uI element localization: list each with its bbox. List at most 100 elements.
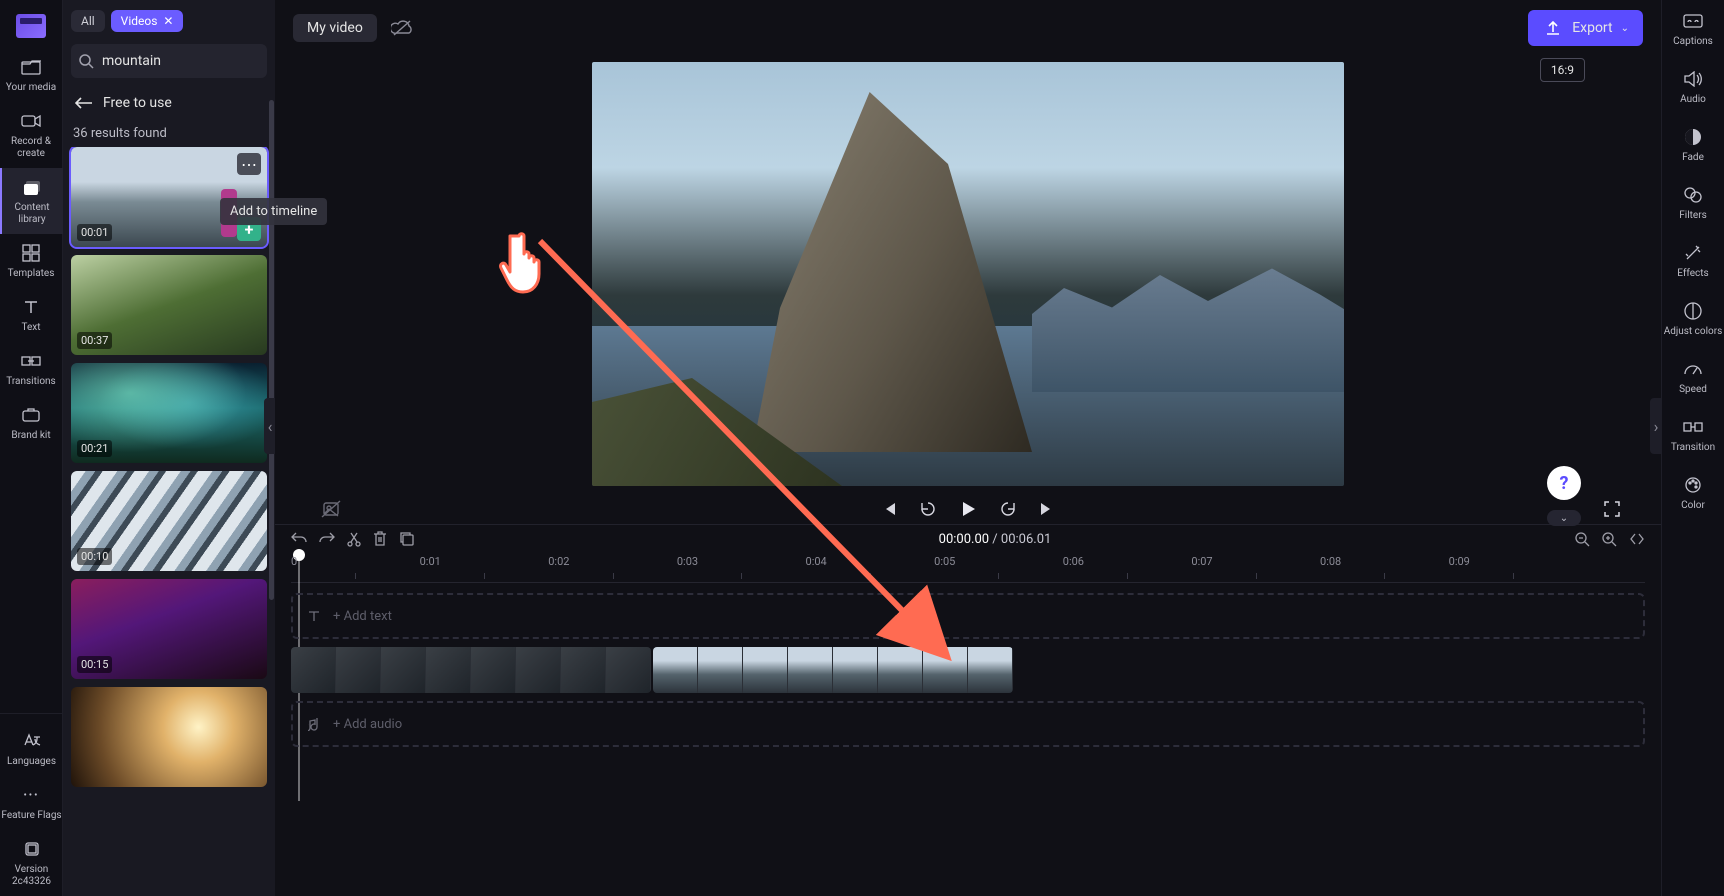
timeline-ruler[interactable]: 00:010:020:030:040:050:060:070:080:09 — [291, 555, 1645, 583]
prop-transition[interactable]: Transition — [1662, 406, 1724, 464]
prop-transition-label: Transition — [1671, 442, 1715, 454]
prop-speed[interactable]: Speed — [1662, 348, 1724, 406]
media-thumb-0[interactable]: ⋯ 00:01 + — [71, 147, 267, 247]
back-free-to-use[interactable]: Free to use — [63, 86, 275, 120]
audio-track-placeholder[interactable]: + Add audio — [291, 701, 1645, 747]
color-icon — [1682, 474, 1704, 496]
prop-captions-label: Captions — [1673, 36, 1713, 48]
speed-icon — [1682, 358, 1704, 380]
stage-wrap: My video Export ⌄ 16:9 — [275, 0, 1661, 896]
ruler-tick: 0:01 — [420, 555, 441, 568]
thumb-duration: 00:15 — [77, 656, 112, 673]
brand-kit-icon — [20, 404, 42, 426]
delete-button[interactable] — [373, 531, 387, 547]
nav-record-create[interactable]: Record & create — [0, 102, 63, 168]
results-count: 36 results found — [63, 120, 275, 147]
zoom-in-button[interactable] — [1602, 532, 1617, 547]
prop-adjust-colors[interactable]: Adjust colors — [1662, 290, 1724, 348]
help-button[interactable]: ? — [1547, 466, 1581, 500]
add-text-label: + Add text — [333, 609, 392, 624]
video-clip-1[interactable] — [291, 647, 651, 693]
prop-captions[interactable]: Captions — [1662, 0, 1724, 58]
prop-audio[interactable]: Audio — [1662, 58, 1724, 116]
free-to-use-label: Free to use — [103, 95, 172, 111]
right-rail: › Captions Audio Fade Filters Effects Ad… — [1661, 0, 1724, 896]
tab-all[interactable]: All — [71, 10, 105, 32]
ruler-tick: 0:04 — [806, 555, 827, 568]
aspect-ratio-button[interactable]: 16:9 — [1540, 58, 1585, 82]
speaker-icon — [1682, 68, 1704, 90]
top-bar: My video Export ⌄ 16:9 — [275, 0, 1661, 56]
version-icon — [21, 838, 43, 860]
video-track[interactable] — [291, 647, 1645, 693]
redo-button[interactable] — [319, 531, 335, 547]
prev-frame-icon[interactable] — [881, 501, 897, 517]
zoom-out-button[interactable] — [1575, 532, 1590, 547]
split-button[interactable] — [347, 531, 361, 547]
nav-version-label: Version — [15, 864, 49, 876]
time-total: 00:06.01 — [1001, 532, 1051, 547]
search-input[interactable] — [102, 53, 280, 69]
add-to-timeline-tooltip: Add to timeline — [220, 198, 327, 225]
prop-audio-label: Audio — [1680, 94, 1706, 106]
camera-icon — [20, 110, 42, 132]
collapse-right-button[interactable]: › — [1650, 398, 1662, 454]
nav-version[interactable]: Version 2c43326 — [0, 830, 63, 896]
prop-color-label: Color — [1681, 500, 1705, 512]
more-icon: ••• — [21, 784, 43, 806]
undo-button[interactable] — [291, 531, 307, 547]
video-clip-2[interactable] — [653, 647, 1013, 693]
fullscreen-icon[interactable] — [1603, 500, 1621, 518]
cloud-sync-icon[interactable] — [391, 17, 413, 39]
preview-canvas[interactable] — [592, 62, 1344, 486]
media-thumb-3[interactable]: 00:10 — [71, 471, 267, 571]
play-button[interactable] — [959, 500, 977, 518]
library-scroll[interactable]: ⋯ 00:01 + 00:37 00:21 00:10 00:15 — [63, 147, 275, 896]
prop-filters[interactable]: Filters — [1662, 174, 1724, 232]
tab-videos[interactable]: Videos ✕ — [111, 10, 184, 32]
library-scrollbar[interactable] — [269, 100, 274, 600]
export-label: Export — [1572, 20, 1612, 36]
close-icon[interactable]: ✕ — [163, 14, 173, 28]
project-title[interactable]: My video — [293, 14, 377, 42]
prop-fade[interactable]: Fade — [1662, 116, 1724, 174]
nav-text-label: Text — [21, 322, 40, 334]
duplicate-button[interactable] — [399, 531, 415, 547]
nav-content-library-label: Content library — [2, 202, 63, 226]
nav-text[interactable]: Text — [0, 288, 63, 342]
media-thumb-5[interactable] — [71, 687, 267, 787]
thumb-duration: 00:01 — [77, 224, 112, 241]
nav-feature-flags[interactable]: ••• Feature Flags — [0, 776, 63, 830]
thumb-duration: 00:37 — [77, 332, 112, 349]
nav-transitions[interactable]: Transitions — [0, 342, 63, 396]
next-frame-icon[interactable] — [1039, 501, 1055, 517]
zoom-fit-button[interactable] — [1629, 532, 1645, 547]
export-button[interactable]: Export ⌄ — [1528, 10, 1643, 46]
text-icon — [20, 296, 42, 318]
thumb-duration: 00:10 — [77, 548, 112, 565]
nav-your-media-label: Your media — [6, 82, 56, 94]
prop-effects[interactable]: Effects — [1662, 232, 1724, 290]
search-box[interactable]: ✕ — [71, 44, 267, 78]
thumb-more-button[interactable]: ⋯ — [237, 153, 261, 175]
forward-icon[interactable] — [999, 500, 1017, 518]
nav-languages[interactable]: Languages — [0, 722, 63, 776]
annotation-hand-cursor — [499, 228, 555, 296]
media-thumb-2[interactable]: 00:21 — [71, 363, 267, 463]
nav-templates[interactable]: Templates — [0, 234, 63, 288]
timeline-toolbar: 00:00.00 / 00:06.01 — [275, 525, 1661, 553]
nav-brand-kit[interactable]: Brand kit — [0, 396, 63, 450]
app-logo[interactable] — [16, 14, 46, 38]
ruler-tick: 0:07 — [1191, 555, 1212, 568]
nav-your-media[interactable]: Your media — [0, 48, 63, 102]
nav-content-library[interactable]: Content library — [0, 168, 63, 234]
text-track-placeholder[interactable]: + Add text — [291, 593, 1645, 639]
rewind-icon[interactable] — [919, 500, 937, 518]
prop-color[interactable]: Color — [1662, 464, 1724, 522]
prop-fade-label: Fade — [1682, 152, 1704, 164]
expand-right-panel-button[interactable]: ⌄ — [1547, 510, 1581, 526]
chevron-down-icon: ⌄ — [1621, 23, 1629, 34]
media-thumb-1[interactable]: 00:37 — [71, 255, 267, 355]
media-thumb-4[interactable]: 00:15 — [71, 579, 267, 679]
nav-templates-label: Templates — [8, 268, 55, 280]
